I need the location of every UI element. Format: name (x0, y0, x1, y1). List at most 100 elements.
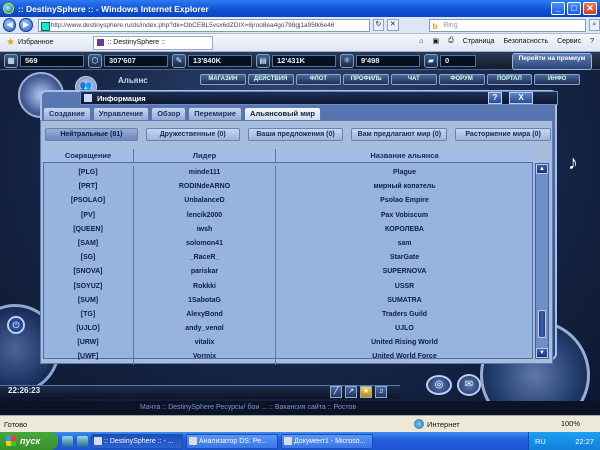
header-tag[interactable]: Сокращение (43, 149, 133, 162)
topnav-item[interactable]: ФЛОТ (295, 74, 342, 85)
subtab-friendly[interactable]: Дружественные (0) (145, 128, 240, 141)
cell-tag: [TG] (80, 310, 96, 318)
cmd-page[interactable]: Страница (463, 38, 495, 45)
address-bar: ◀ ▶ http://www.destinysphere.ru/ds/index… (0, 17, 600, 34)
news-ticker: Мачта :: DestinySphere Ресурсы/ бои ... … (0, 401, 600, 415)
topnav-item[interactable]: ДЕЙСТВИЯ (247, 74, 294, 85)
header-leader[interactable]: Лидер (133, 149, 275, 162)
favorites-star-icon[interactable]: ★ (6, 37, 15, 48)
rocket-icon[interactable]: ↗ (345, 386, 357, 398)
music-note-icon[interactable]: ♪ (568, 152, 578, 175)
tab-alliance-peace[interactable]: Альянсовый мир (244, 107, 321, 120)
subtab-offers-to-you[interactable]: Вам предлагают мир (0) (351, 128, 448, 141)
scroll-down-button[interactable]: ▼ (536, 348, 548, 358)
topnav-item[interactable]: ЧАТ (391, 74, 437, 85)
favicon-icon (97, 39, 105, 46)
mail-icon[interactable]: ✉ (457, 374, 481, 396)
globe-icon[interactable]: ◎ (426, 375, 452, 395)
cmd-security[interactable]: Безопасность (503, 38, 548, 45)
cell-alliance-name: Plague (275, 166, 533, 181)
table-row[interactable]: [SOYUZ] Rokkki USSR (43, 279, 533, 294)
close-window-button[interactable]: ✕ (583, 2, 597, 15)
table-row[interactable]: [URW] vitalix United Rising World (43, 336, 533, 351)
task-ie[interactable]: :: DestinySphere :: - ... (91, 433, 183, 449)
minimize-button[interactable]: _ (551, 2, 565, 15)
topnav-item[interactable]: ФОРУМ (438, 74, 485, 85)
status-bar: Готово Интернет 100% (0, 415, 600, 432)
topnav-item[interactable]: ИНФО (534, 74, 580, 85)
cell-tag: [UWF] (77, 353, 99, 361)
print-icon[interactable]: ⎙ (448, 37, 454, 45)
table-row[interactable]: [PV] lencik2000 Pax Vobiscum (43, 208, 533, 223)
table-row[interactable]: [SNOVA] pariskar SUPERNOVA (43, 265, 533, 280)
header-alliance-name[interactable]: Название альянса (275, 149, 533, 162)
table-row[interactable]: [PLG] minde111 Plague (43, 166, 533, 181)
cell-leader: vitalix (133, 336, 275, 351)
subtab-termination[interactable]: Расторжение мира (0) (455, 128, 551, 141)
table-row[interactable]: [PSOLAO] UnbalanceD Psolao Empire (43, 194, 533, 209)
table-row[interactable]: [SG] _RaceR_ StarGate (43, 251, 533, 266)
scroll-up-button[interactable]: ▲ (536, 164, 548, 174)
table-row[interactable]: [UWF] Vormix United World Force (43, 350, 533, 365)
game-clock: 22:26:23 (8, 386, 41, 395)
cell-alliance-name: United Rising World (275, 336, 533, 351)
cell-leader: UnbalanceD (133, 194, 275, 209)
subtab-neutral[interactable]: Нейтральные (81) (45, 128, 138, 141)
maximize-button[interactable]: □ (567, 2, 581, 15)
premium-button[interactable]: Перейти на премиум (512, 53, 592, 70)
refresh-icon[interactable]: ↻ (372, 19, 385, 31)
topnav-item[interactable]: ПОРТАЛ (486, 74, 533, 85)
scroll-thumb[interactable] (538, 310, 546, 338)
table-row[interactable]: [TG] AlexyBond Traders Guild (43, 307, 533, 323)
tab-overview[interactable]: Обзор (151, 107, 187, 120)
search-icon[interactable]: ⌕ (588, 19, 600, 31)
cell-tag: [PSOLAO] (70, 197, 106, 205)
rss-icon[interactable]: ▣ (432, 37, 439, 45)
search-input[interactable]: b Bing (428, 18, 586, 32)
resource-atom: ⚛ 9'498 (340, 53, 420, 68)
quicklaunch-desktop-icon[interactable] (77, 435, 88, 447)
power-icon[interactable]: ⏻ (7, 316, 25, 334)
stop-icon[interactable]: ✕ (387, 19, 399, 31)
table-row[interactable]: [SUM] 1SabotaG SUMATRA (43, 293, 533, 308)
task-word[interactable]: Документ1 - Microso... (281, 433, 373, 449)
tab-manage[interactable]: Управление (92, 107, 150, 120)
table-row[interactable]: [SAM] solomon41 sam (43, 236, 533, 252)
tab-truce[interactable]: Перемирие (188, 107, 243, 120)
url-input[interactable]: http://www.destinysphere.ru/ds/index.php… (37, 18, 370, 32)
table-row[interactable]: [UJLO] andy_venol UJLO (43, 322, 533, 337)
star-icon[interactable]: ★ (360, 386, 372, 398)
tab-create[interactable]: Создание (43, 107, 91, 120)
forward-button[interactable]: ▶ (19, 18, 33, 32)
table-row[interactable]: [PRT] RODINdeARNO мирный копатель (43, 180, 533, 195)
pen-icon[interactable]: ╱ (330, 386, 342, 398)
windows-logo-icon (6, 436, 16, 446)
browser-tab[interactable]: :: DestinySphere :: (93, 35, 214, 50)
sound-icon[interactable]: ♫ (375, 386, 387, 398)
start-button[interactable]: пуск (0, 432, 58, 450)
close-info-button[interactable]: X (509, 92, 533, 104)
help-button[interactable]: ? (488, 92, 502, 104)
cell-tag: [QUEEN] (73, 225, 103, 233)
favorites-label[interactable]: Избранное (18, 39, 53, 46)
zoom-level[interactable]: 100% (561, 419, 580, 428)
task-analyzer[interactable]: Анализатор DS: Ре... (186, 433, 278, 449)
help-icon[interactable]: ? (590, 38, 594, 45)
home-icon[interactable]: ⌂ (419, 38, 423, 45)
cell-tag: [URW] (77, 339, 99, 347)
cell-leader: RODINdeARNO (133, 180, 275, 195)
language-indicator[interactable]: RU (535, 437, 546, 446)
back-button[interactable]: ◀ (3, 18, 17, 32)
table-row[interactable]: [QUEEN] iwsh КОРОЛЕВА (43, 222, 533, 237)
topnav-item[interactable]: МАГАЗИН (200, 74, 246, 85)
cell-tag: [PLG] (78, 169, 98, 176)
subtab-your-offers[interactable]: Ваши предложения (0) (247, 128, 344, 141)
quicklaunch-ie-icon[interactable] (62, 435, 73, 447)
cell-alliance-name: SUMATRA (275, 293, 533, 308)
cmd-tools[interactable]: Сервис (557, 38, 581, 45)
window-title: :: DestinySphere :: - Windows Internet E… (18, 3, 209, 14)
cell-tag: [PV] (81, 211, 95, 219)
topnav-item[interactable]: ПРОФИЛЬ (343, 74, 389, 85)
cell-leader: iwsh (133, 222, 275, 237)
cell-leader: minde111 (133, 166, 275, 181)
